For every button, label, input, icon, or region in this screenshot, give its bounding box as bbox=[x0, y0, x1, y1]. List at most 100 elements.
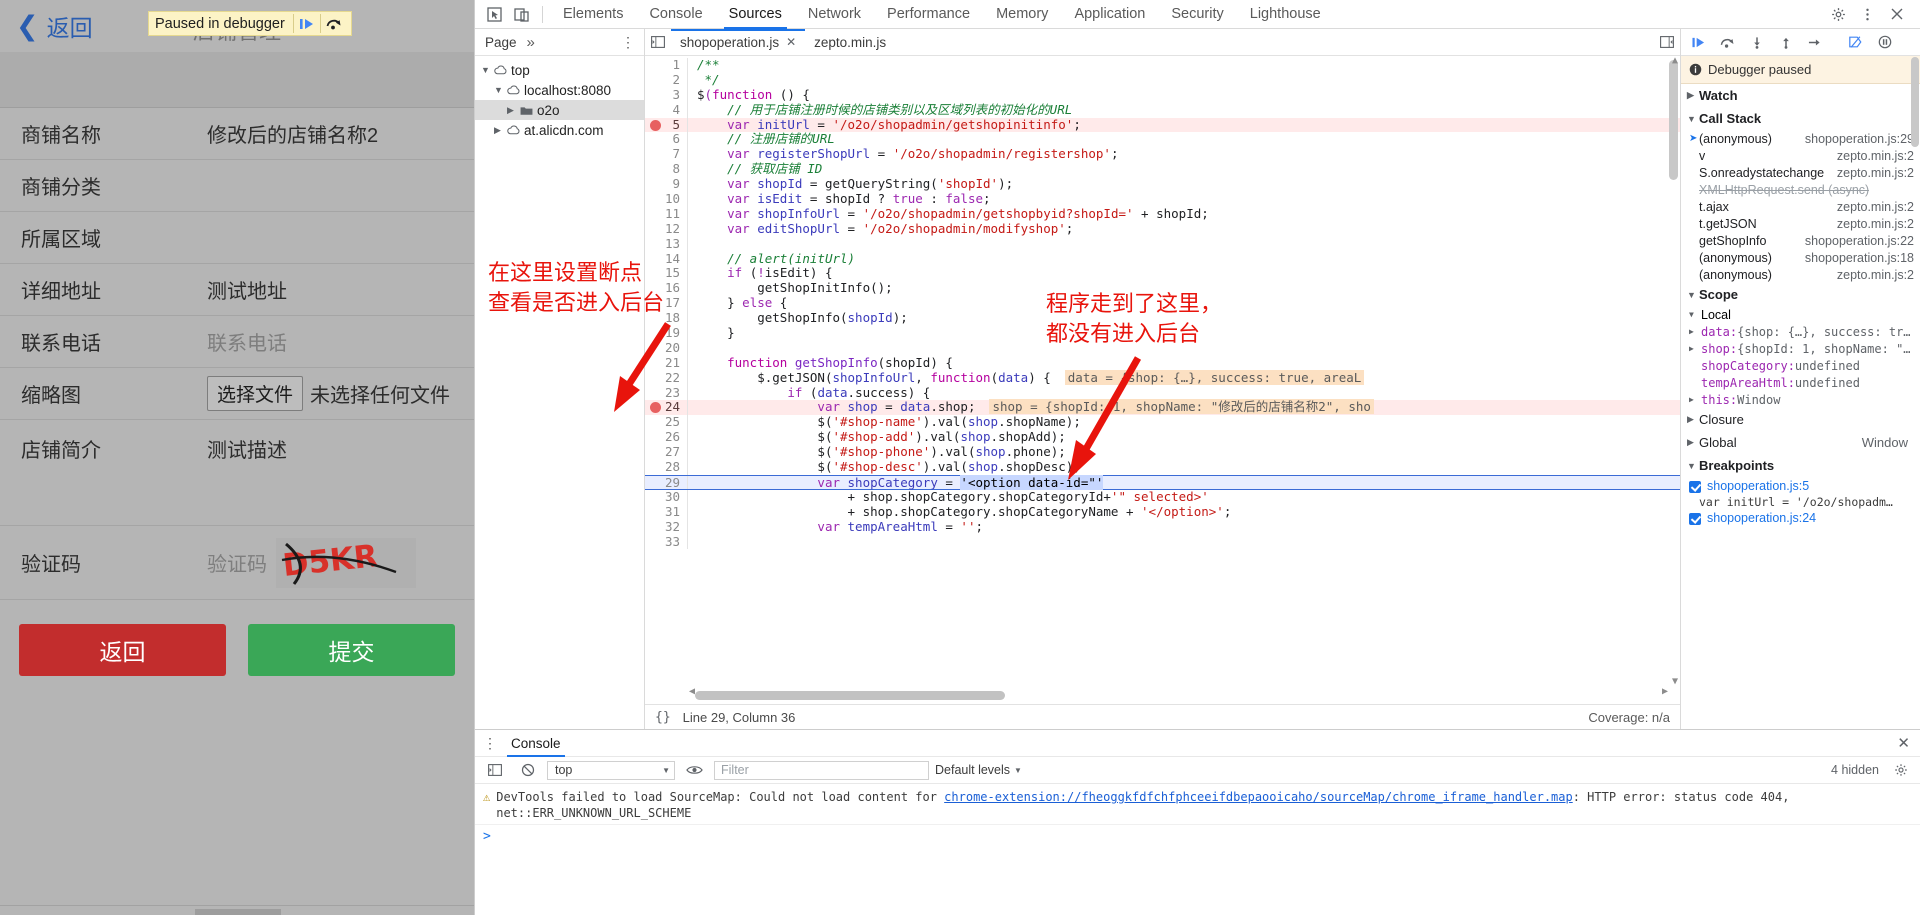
tab-console[interactable]: Console bbox=[636, 0, 715, 29]
tree-item-o2o[interactable]: ▶ o2o bbox=[475, 100, 644, 120]
line-number[interactable]: 23 bbox=[645, 385, 687, 401]
breakpoint-entry[interactable]: shopoperation.js:5 var initUrl = '/o2o/sh… bbox=[1681, 477, 1920, 509]
chevron-down-icon[interactable]: ▼ bbox=[1014, 766, 1022, 775]
scroll-right-icon[interactable]: ▶ bbox=[1662, 685, 1668, 700]
breakpoints-section-header[interactable]: ▼ Breakpoints bbox=[1681, 454, 1920, 477]
line-number[interactable]: 11 bbox=[645, 206, 687, 222]
call-stack-frame[interactable]: S.onreadystatechange zepto.min.js:2 bbox=[1681, 164, 1920, 181]
tree-item-alicdn[interactable]: ▶ at.alicdn.com bbox=[475, 120, 644, 140]
line-number[interactable]: 13 bbox=[645, 236, 687, 252]
code-line[interactable]: 32 var tempAreaHtml = ''; bbox=[645, 519, 1680, 535]
code-line[interactable]: 12 var editShopUrl = '/o2o/shopadmin/mod… bbox=[645, 221, 1680, 237]
more-vertical-icon[interactable] bbox=[1854, 2, 1881, 27]
shop-desc-textarea[interactable]: 测试描述 bbox=[207, 434, 287, 463]
line-number[interactable]: 10 bbox=[645, 191, 687, 207]
code-line[interactable]: 4 // 用于店铺注册时候的店铺类别以及区域列表的初始化的URL bbox=[645, 102, 1680, 118]
scope-variable[interactable]: ▶ data: {shop: {…}, success: tr… bbox=[1681, 323, 1920, 340]
triangle-down-icon[interactable]: ▼ bbox=[1687, 114, 1699, 124]
code-line[interactable]: 23 if (data.success) { bbox=[645, 385, 1680, 401]
pretty-print-icon[interactable]: {} bbox=[655, 710, 671, 725]
console-levels-selector[interactable]: Default levels ▼ bbox=[935, 763, 1022, 777]
tab-memory[interactable]: Memory bbox=[983, 0, 1061, 29]
step-icon[interactable] bbox=[1801, 30, 1828, 55]
form-row-address[interactable]: 详细地址 测试地址 bbox=[0, 264, 474, 316]
show-navigator-icon[interactable] bbox=[645, 36, 671, 48]
drawer-tab-console[interactable]: Console bbox=[501, 730, 571, 757]
console-context-selector[interactable]: top ▼ bbox=[547, 760, 675, 780]
scroll-down-icon[interactable]: ▼ bbox=[1672, 675, 1678, 690]
code-line[interactable]: 24 var shop = data.shop; shop = {shopId: … bbox=[645, 399, 1680, 416]
code-line[interactable]: 3 $(function () { bbox=[645, 87, 1680, 103]
line-number[interactable]: 3 bbox=[645, 87, 687, 103]
call-stack-frame[interactable]: getShopInfo shopoperation.js:22 bbox=[1681, 232, 1920, 249]
line-number[interactable]: 12 bbox=[645, 221, 687, 237]
tab-network[interactable]: Network bbox=[795, 0, 874, 29]
page-back-button[interactable]: 返回 bbox=[19, 624, 226, 676]
code-line[interactable]: 2 */ bbox=[645, 72, 1680, 88]
inspect-element-icon[interactable] bbox=[481, 2, 508, 27]
breakpoint-checkbox[interactable] bbox=[1689, 513, 1701, 525]
line-number[interactable]: 9 bbox=[645, 176, 687, 192]
code-line[interactable]: 14 // alert(initUrl) bbox=[645, 251, 1680, 267]
line-number[interactable]: 5 bbox=[645, 117, 687, 133]
close-icon[interactable]: ✕ bbox=[786, 35, 796, 49]
code-line[interactable]: 15 if (!isEdit) { bbox=[645, 266, 1680, 282]
tab-security[interactable]: Security bbox=[1158, 0, 1236, 29]
line-number[interactable]: 33 bbox=[645, 534, 687, 550]
editor-horizontal-scrollbar[interactable] bbox=[695, 691, 1656, 700]
scope-section-header[interactable]: ▼ Scope bbox=[1681, 283, 1920, 306]
chevron-down-icon[interactable]: ▼ bbox=[662, 766, 670, 775]
triangle-right-icon[interactable]: ▶ bbox=[1687, 437, 1699, 448]
file-tab-shopoperation[interactable]: shopoperation.js ✕ bbox=[671, 28, 806, 56]
call-stack-section-header[interactable]: ▼ Call Stack bbox=[1681, 107, 1920, 130]
triangle-down-icon[interactable]: ▼ bbox=[1687, 290, 1699, 300]
console-filter-input[interactable]: Filter bbox=[714, 760, 929, 780]
line-number[interactable]: 29 bbox=[645, 475, 687, 490]
form-row-shop-category[interactable]: 商铺分类 bbox=[0, 160, 474, 212]
triangle-right-icon[interactable]: ▶ bbox=[1689, 325, 1701, 336]
code-line[interactable]: 1 /** bbox=[645, 57, 1680, 73]
live-expression-icon[interactable] bbox=[681, 758, 708, 783]
scope-variable[interactable]: shopCategory: undefined bbox=[1681, 357, 1920, 374]
shop-phone-input[interactable]: 联系电话 bbox=[207, 327, 287, 356]
step-into-icon[interactable] bbox=[1743, 30, 1770, 55]
choose-file-button[interactable]: 选择文件 bbox=[207, 376, 304, 411]
close-drawer-icon[interactable]: ✕ bbox=[1897, 734, 1920, 752]
code-line[interactable]: 8 // 获取店铺 ID bbox=[645, 161, 1680, 178]
code-line[interactable]: 6 // 注册店铺的URL bbox=[645, 132, 1680, 148]
shop-name-input[interactable]: 修改后的店铺名称2 bbox=[207, 119, 378, 148]
back-chevron-icon[interactable]: ❮ bbox=[16, 12, 39, 40]
code-line[interactable]: 7 var registerShopUrl = '/o2o/shopadmin/… bbox=[645, 146, 1680, 163]
code-line[interactable]: 31 + shop.shopCategory.shopCategoryName … bbox=[645, 504, 1680, 520]
line-number[interactable]: 19 bbox=[645, 325, 687, 341]
line-number[interactable]: 24 bbox=[645, 400, 687, 415]
form-row-thumbnail[interactable]: 缩略图 选择文件 未选择任何文件 bbox=[0, 368, 474, 420]
console-settings-icon[interactable] bbox=[1887, 758, 1914, 783]
shop-address-input[interactable]: 测试地址 bbox=[207, 275, 287, 304]
call-stack-frame[interactable]: (anonymous) shopoperation.js:18 bbox=[1681, 249, 1920, 266]
call-stack-frame[interactable]: ➤ (anonymous) shopoperation.js:29 bbox=[1681, 130, 1920, 147]
closure-section-header[interactable]: ▶ Closure bbox=[1681, 408, 1920, 431]
code-line[interactable]: 22 $.getJSON(shopInfoUrl, function(data)… bbox=[645, 369, 1680, 386]
line-number[interactable]: 27 bbox=[645, 444, 687, 460]
scrollbar-thumb[interactable] bbox=[1669, 60, 1678, 180]
form-row-phone[interactable]: 联系电话 联系电话 bbox=[0, 316, 474, 368]
breakpoint-marker-icon[interactable] bbox=[650, 402, 661, 414]
device-toolbar-icon[interactable] bbox=[508, 2, 535, 27]
code-line[interactable]: 11 var shopInfoUrl = '/o2o/shopadmin/get… bbox=[645, 206, 1680, 222]
line-number[interactable]: 4 bbox=[645, 102, 687, 118]
code-line[interactable]: 27 $('#shop-phone').val(shop.phone); bbox=[645, 444, 1680, 461]
triangle-right-icon[interactable]: ▶ bbox=[494, 125, 507, 136]
line-number[interactable]: 6 bbox=[645, 132, 687, 147]
scroll-left-icon[interactable]: ◀ bbox=[689, 685, 695, 700]
console-message-link[interactable]: chrome-extension://fheoggkfdfchfphceeifd… bbox=[944, 790, 1573, 804]
tab-application[interactable]: Application bbox=[1061, 0, 1158, 29]
page-submit-button[interactable]: 提交 bbox=[248, 624, 455, 676]
form-row-shop-name[interactable]: 商铺名称 修改后的店铺名称2 bbox=[0, 108, 474, 160]
step-over-icon[interactable] bbox=[1714, 30, 1741, 55]
code-line[interactable]: 9 var shopId = getQueryString('shopId'); bbox=[645, 176, 1680, 193]
form-row-captcha[interactable]: 验证码 验证码 D5KR bbox=[0, 526, 474, 600]
tab-performance[interactable]: Performance bbox=[874, 0, 983, 29]
scope-variable[interactable]: tempAreaHtml: undefined bbox=[1681, 374, 1920, 391]
triangle-down-icon[interactable]: ▼ bbox=[494, 85, 507, 95]
